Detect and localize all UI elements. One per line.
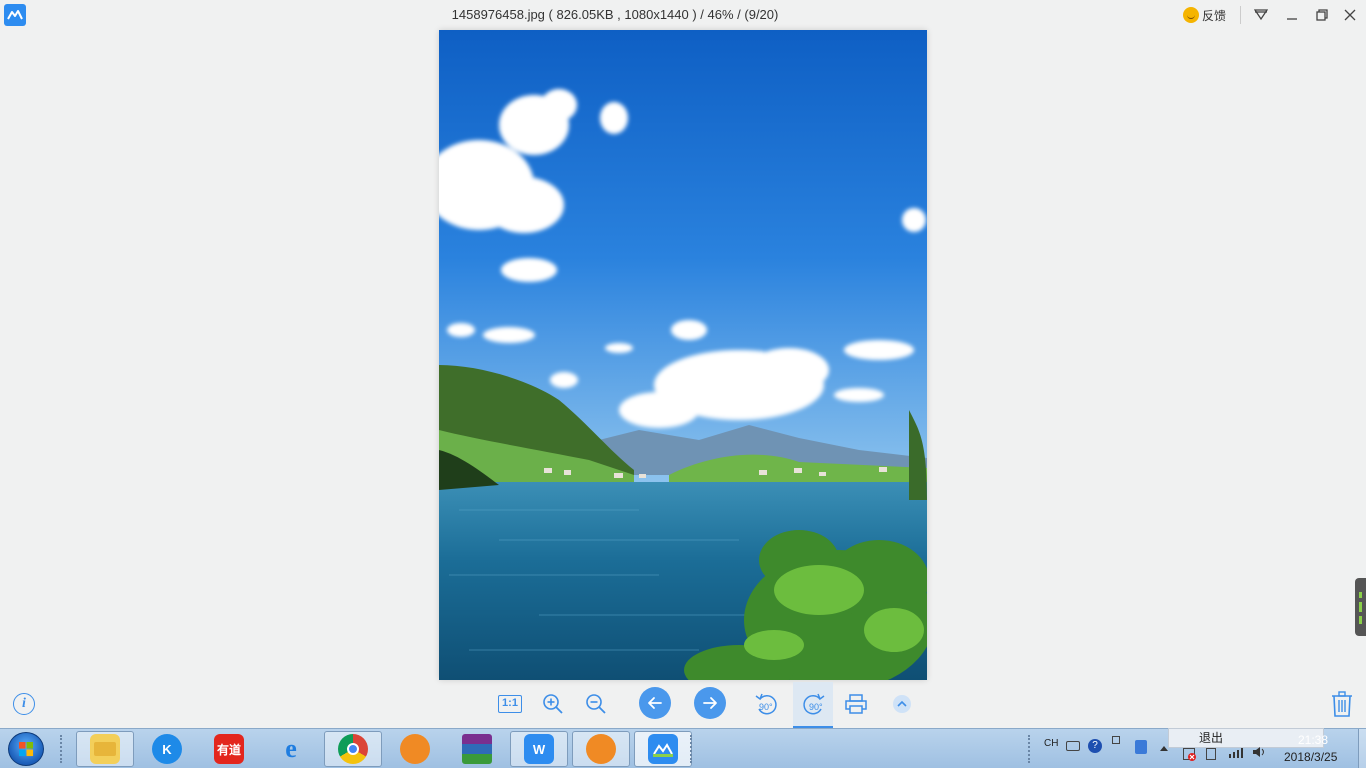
tray-window-icon[interactable] xyxy=(1112,736,1120,744)
winrar-icon xyxy=(462,734,492,764)
close-icon xyxy=(1344,9,1356,21)
feedback-button[interactable]: 反馈 xyxy=(1183,6,1226,24)
trash-button[interactable] xyxy=(1330,691,1354,717)
collapse-button[interactable] xyxy=(886,688,918,720)
smiley-icon xyxy=(1183,7,1199,23)
wps-icon: W xyxy=(524,734,554,764)
start-button[interactable] xyxy=(8,732,44,766)
taskbar-app-youdao[interactable]: 有道 xyxy=(200,731,258,767)
taskbar-app-internet-explorer[interactable]: e xyxy=(262,731,320,767)
bluetooth-icon[interactable] xyxy=(1135,740,1147,754)
close-button[interactable] xyxy=(1339,5,1361,25)
zoom-in-icon xyxy=(543,694,563,714)
zoom-in-button[interactable] xyxy=(537,688,569,720)
restore-button[interactable] xyxy=(1311,5,1333,25)
zoom-out-button[interactable] xyxy=(580,688,612,720)
taskbar-grip-2 xyxy=(690,735,694,763)
zoom-out-icon xyxy=(586,694,606,714)
exit-label: 退出 xyxy=(1199,731,1224,745)
prev-icon xyxy=(648,697,662,709)
rotate-right-label: 90° xyxy=(809,702,823,712)
show-hidden-icons[interactable] xyxy=(1159,744,1169,755)
actual-size-label: 1:1 xyxy=(498,695,522,713)
previous-button[interactable] xyxy=(639,687,671,719)
rotate-left-button[interactable]: 90° xyxy=(751,688,783,720)
trash-icon xyxy=(1332,691,1352,717)
tray-document-icon[interactable] xyxy=(1206,748,1216,760)
ie-icon: e xyxy=(285,734,297,763)
taskbar-app-file-explorer[interactable] xyxy=(76,731,134,767)
taskbar-app-orange-1[interactable] xyxy=(386,731,444,767)
taskbar-app-winrar[interactable] xyxy=(448,731,506,767)
signal-icon[interactable] xyxy=(1229,748,1245,761)
help-icon[interactable]: ? xyxy=(1088,739,1102,753)
window-title: 1458976458.jpg ( 826.05KB , 1080x1440 ) … xyxy=(451,7,779,22)
collapse-icon xyxy=(893,695,911,713)
skin-button[interactable] xyxy=(1250,5,1272,25)
minimize-button[interactable] xyxy=(1281,5,1303,25)
photo-viewer-icon xyxy=(648,734,678,764)
volume-icon[interactable] xyxy=(1252,746,1266,761)
minimize-icon xyxy=(1287,18,1297,20)
chrome-icon xyxy=(338,734,368,764)
print-icon xyxy=(845,694,867,714)
kugou-icon: K xyxy=(152,734,182,764)
info-icon[interactable]: i xyxy=(13,693,35,715)
displayed-photo[interactable] xyxy=(439,30,927,680)
youdao-icon: 有道 xyxy=(214,734,244,764)
next-icon xyxy=(703,697,717,709)
clock-time: 21:38 xyxy=(1298,733,1329,747)
orange-app-2-icon xyxy=(586,734,616,764)
taskbar-app-kugou[interactable]: K xyxy=(138,731,196,767)
taskbar-app-orange-2[interactable] xyxy=(572,731,630,767)
taskbar-app-photo-viewer[interactable] xyxy=(634,731,692,767)
actual-size-button[interactable]: 1:1 xyxy=(494,688,526,720)
tray-grip xyxy=(1028,735,1032,763)
show-desktop-button[interactable] xyxy=(1358,729,1366,768)
windows-logo-icon xyxy=(19,742,34,757)
skin-icon xyxy=(1254,9,1268,21)
taskbar-app-chrome[interactable] xyxy=(324,731,382,767)
side-panel-handle[interactable] xyxy=(1355,578,1366,636)
restore-icon xyxy=(1316,9,1328,21)
taskbar-grip xyxy=(60,735,64,763)
print-button[interactable] xyxy=(840,688,872,720)
network-error-icon[interactable] xyxy=(1183,748,1196,761)
keyboard-icon[interactable] xyxy=(1066,741,1080,751)
feedback-label: 反馈 xyxy=(1202,8,1227,23)
next-button[interactable] xyxy=(694,687,726,719)
lake-landscape-photo xyxy=(439,30,927,680)
folder-icon xyxy=(90,734,120,764)
rotate-left-label: 90° xyxy=(759,702,773,712)
title-separator xyxy=(1240,6,1241,24)
language-indicator[interactable]: CH xyxy=(1044,738,1058,749)
title-bar: 1458976458.jpg ( 826.05KB , 1080x1440 ) … xyxy=(0,0,1366,30)
taskbar-app-wps[interactable]: W xyxy=(510,731,568,767)
rotate-right-button[interactable]: 90° xyxy=(797,688,829,720)
orange-app-icon xyxy=(400,734,430,764)
clock-date[interactable]: 2018/3/25 xyxy=(1284,750,1337,764)
